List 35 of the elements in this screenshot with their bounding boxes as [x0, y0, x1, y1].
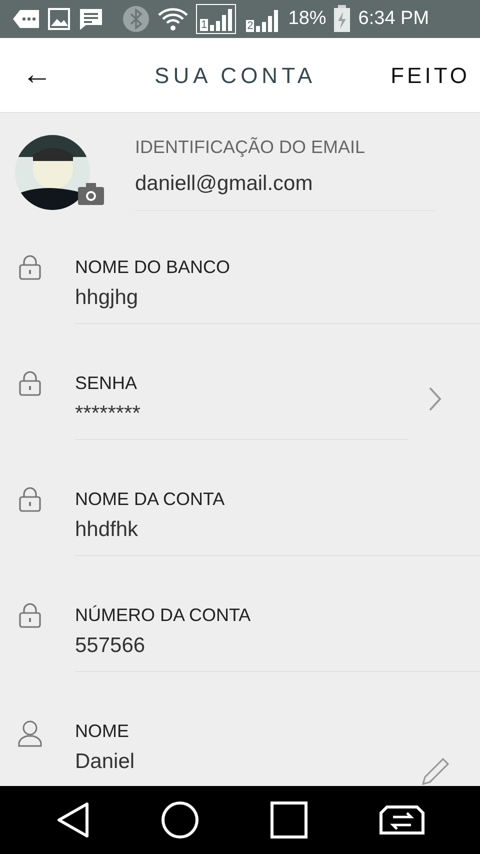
- wifi-icon: [157, 6, 189, 32]
- battery-charging-icon: [333, 5, 352, 33]
- field-label: NOME DA CONTA: [75, 488, 225, 511]
- done-button[interactable]: FEITO: [390, 58, 470, 92]
- field-label: NÚMERO DA CONTA: [75, 604, 251, 627]
- recents-nav-icon[interactable]: [270, 801, 308, 839]
- email-value: daniell@gmail.com: [135, 171, 313, 197]
- clock-time: 6:34 PM: [358, 6, 430, 31]
- field-value: hhdfhk: [75, 517, 138, 543]
- field-value: Daniel: [75, 749, 135, 775]
- lock-icon: [18, 371, 42, 397]
- back-nav-icon[interactable]: [56, 802, 90, 838]
- field-label: NOME: [75, 720, 129, 743]
- lock-icon: [18, 255, 42, 281]
- person-icon: [18, 719, 42, 747]
- switch-sim-icon[interactable]: [378, 805, 424, 835]
- field-value: 557566: [75, 633, 146, 659]
- message-icon: [78, 7, 104, 31]
- page-title: SUA CONTA: [154, 62, 318, 90]
- lock-icon: [18, 487, 42, 513]
- field-value: ********: [75, 401, 140, 427]
- back-button[interactable]: ←: [22, 60, 52, 90]
- bluetooth-icon: [122, 5, 150, 33]
- field-label: NOME DO BANCO: [75, 256, 230, 279]
- image-icon: [47, 7, 71, 31]
- notification-icon: [12, 7, 40, 31]
- battery-percent: 18%: [288, 6, 326, 31]
- field-value: hhgjhg: [75, 285, 138, 311]
- lock-icon: [18, 603, 42, 629]
- field-label: IDENTIFICAÇÃO DO EMAIL: [135, 136, 366, 159]
- sim-number: 1: [200, 19, 208, 31]
- home-nav-icon[interactable]: [160, 801, 198, 839]
- field-label: SENHA: [75, 372, 138, 395]
- sim-number: 2: [246, 20, 254, 32]
- camera-icon[interactable]: [78, 183, 104, 205]
